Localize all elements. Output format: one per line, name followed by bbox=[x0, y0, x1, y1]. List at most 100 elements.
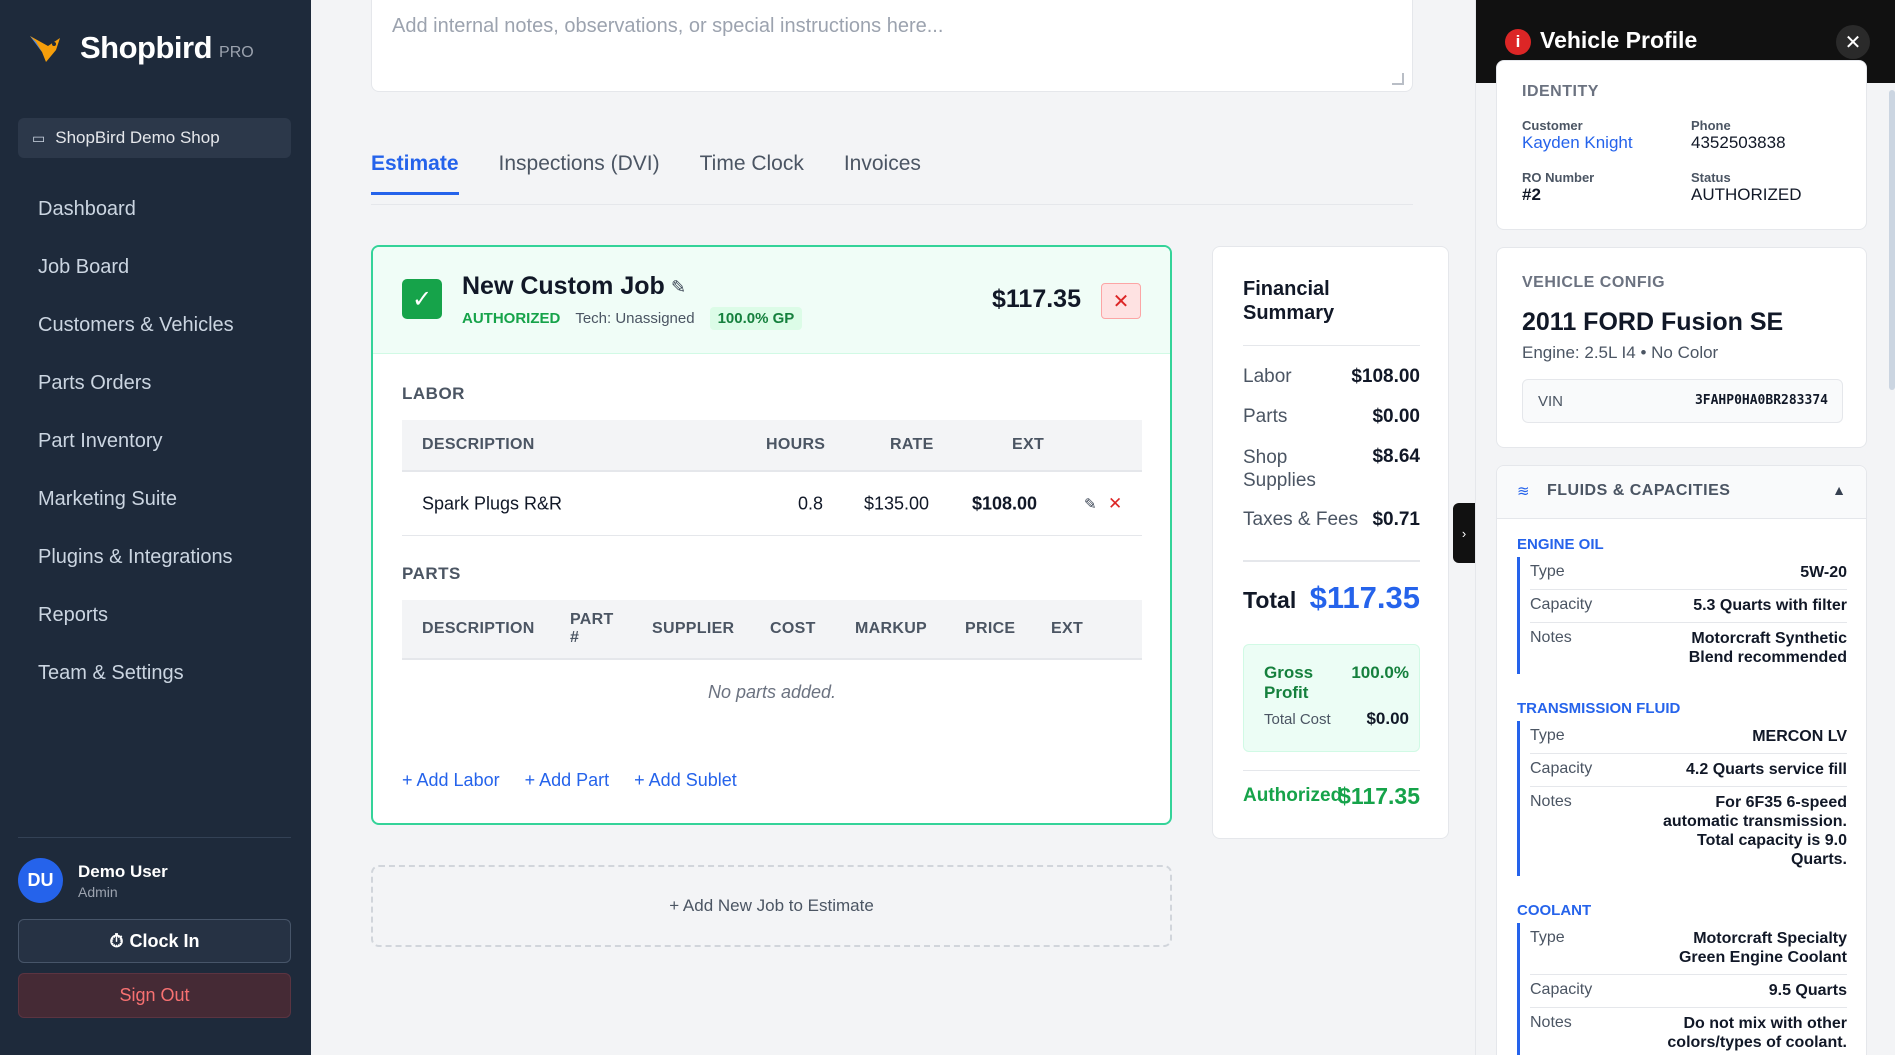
fluid-row: Notes For 6F35 6-speed automatic transmis… bbox=[1530, 787, 1847, 876]
sidebar-item-customers-vehicles[interactable]: Customers & Vehicles bbox=[0, 296, 311, 354]
customer-label: Customer bbox=[1522, 118, 1583, 133]
add-new-job-button[interactable]: + Add New Job to Estimate bbox=[371, 865, 1172, 947]
ro-label: RO Number bbox=[1522, 170, 1595, 185]
col-markup: MARKUP bbox=[855, 620, 928, 637]
brand[interactable]: Shopbird PRO bbox=[26, 28, 254, 68]
fluid-key: Capacity bbox=[1530, 760, 1593, 777]
fluid-value: For 6F35 6-speed automatic transmission.… bbox=[1662, 794, 1847, 868]
job-title: New Custom Job bbox=[462, 272, 665, 300]
sidebar-divider bbox=[18, 837, 291, 838]
sidebar-item-team-settings[interactable]: Team & Settings bbox=[0, 644, 311, 702]
panel-scrollbar[interactable] bbox=[1889, 90, 1895, 390]
vehicle-panel-title: Vehicle Profile bbox=[1540, 27, 1698, 53]
fin-value: $108.00 bbox=[1351, 366, 1420, 387]
fluid-key: Notes bbox=[1530, 793, 1572, 810]
edit-pencil-icon[interactable]: ✎ bbox=[1084, 495, 1097, 513]
fluids-header[interactable]: ≋ FLUIDS & CAPACITIES ▲ bbox=[1497, 466, 1866, 519]
divider bbox=[1243, 770, 1420, 771]
internal-notes-textarea[interactable]: Add internal notes, observations, or spe… bbox=[371, 0, 1413, 92]
sidebar-item-reports[interactable]: Reports bbox=[0, 586, 311, 644]
col-ext: EXT bbox=[1012, 436, 1045, 453]
fluid-value: 5.3 Quarts with filter bbox=[1693, 597, 1847, 614]
gross-profit-box: Gross Profit 100.0% Total Cost $0.00 bbox=[1243, 644, 1420, 752]
fin-label: Taxes & Fees bbox=[1243, 509, 1359, 530]
fluid-row: Type MERCON LV bbox=[1530, 721, 1847, 754]
tab-time-clock[interactable]: Time Clock bbox=[700, 150, 804, 195]
shop-selector[interactable]: ▭ ShopBird Demo Shop bbox=[18, 118, 291, 158]
tab-invoices[interactable]: Invoices bbox=[844, 150, 921, 195]
delete-job-button[interactable]: ✕ bbox=[1101, 283, 1141, 319]
close-panel-button[interactable]: ✕ bbox=[1836, 25, 1870, 59]
vin-box: VIN 3FAHP0HA0BR283374 bbox=[1522, 379, 1843, 423]
sidebar-item-marketing-suite[interactable]: Marketing Suite bbox=[0, 470, 311, 528]
fluid-transmission: TRANSMISSION FLUID Type MERCON LV Capacit… bbox=[1517, 700, 1847, 876]
close-icon: ✕ bbox=[1112, 290, 1130, 313]
job-price: $117.35 bbox=[992, 285, 1081, 313]
fin-row-parts: Parts $0.00 bbox=[1243, 406, 1420, 428]
clock-in-button[interactable]: ⏱ Clock In bbox=[18, 919, 291, 963]
sidebar-item-plugins[interactable]: Plugins & Integrations bbox=[0, 528, 311, 586]
add-part-link[interactable]: + Add Part bbox=[525, 770, 610, 791]
sidebar-nav: Dashboard Job Board Customers & Vehicles… bbox=[0, 180, 311, 702]
fluid-row: Notes Motorcraft Synthetic Blend recommen… bbox=[1530, 623, 1847, 674]
vehicle-config-title: VEHICLE CONFIG bbox=[1522, 274, 1666, 291]
fin-total-value: $117.35 bbox=[1309, 580, 1420, 615]
vin-label: VIN bbox=[1538, 393, 1564, 410]
col-hours: HOURS bbox=[766, 436, 826, 453]
chevron-right-icon[interactable]: › bbox=[1453, 503, 1475, 563]
fluid-row: Type Motorcraft Specialty Green Engine Co… bbox=[1530, 923, 1847, 975]
parts-table: DESCRIPTION PART # SUPPLIER COST MARKUP … bbox=[402, 600, 1142, 724]
total-cost-value: $0.00 bbox=[1366, 709, 1409, 728]
fluid-value: Do not mix with other colors/types of co… bbox=[1667, 1015, 1847, 1051]
fluid-value: 9.5 Quarts bbox=[1768, 982, 1847, 999]
brand-name: Shopbird bbox=[80, 30, 213, 65]
clock-in-label: Clock In bbox=[129, 930, 200, 951]
col-supplier: SUPPLIER bbox=[652, 620, 735, 637]
fluid-value: Motorcraft Specialty Green Engine Coolan… bbox=[1678, 930, 1847, 966]
financial-summary-title: Financial Summary bbox=[1243, 278, 1335, 324]
fin-label: Parts bbox=[1243, 406, 1288, 427]
tab-estimate[interactable]: Estimate bbox=[371, 150, 459, 195]
gross-profit-label: Gross Profit bbox=[1264, 663, 1314, 702]
fluid-value: 5W-20 bbox=[1800, 564, 1847, 581]
labor-table: DESCRIPTION HOURS RATE EXT Spark Plugs R… bbox=[402, 420, 1142, 536]
sidebar-item-job-board[interactable]: Job Board bbox=[0, 238, 311, 296]
sidebar-item-part-inventory[interactable]: Part Inventory bbox=[0, 412, 311, 470]
col-price: PRICE bbox=[965, 620, 1016, 637]
sidebar-item-parts-orders[interactable]: Parts Orders bbox=[0, 354, 311, 412]
labor-table-header: DESCRIPTION HOURS RATE EXT bbox=[402, 420, 1142, 472]
customer-link[interactable]: Kayden Knight bbox=[1522, 133, 1633, 153]
labor-hours: 0.8 bbox=[798, 493, 824, 513]
job-card: ✓ New Custom Job ✎ AUTHORIZED Tech: Unas… bbox=[371, 245, 1172, 825]
sidebar-item-dashboard[interactable]: Dashboard bbox=[0, 180, 311, 238]
delete-icon[interactable]: ✕ bbox=[1108, 494, 1122, 514]
sidebar: Shopbird PRO ▭ ShopBird Demo Shop Dashbo… bbox=[0, 0, 311, 1055]
fluid-value: MERCON LV bbox=[1752, 728, 1847, 745]
fluid-key: Type bbox=[1530, 929, 1565, 946]
add-labor-link[interactable]: + Add Labor bbox=[402, 770, 500, 791]
gp-badge: 100.0% GP bbox=[709, 307, 803, 330]
checkmark-icon[interactable]: ✓ bbox=[402, 279, 442, 319]
identity-card: IDENTITY Customer Kayden Knight Phone 43… bbox=[1496, 60, 1867, 230]
chevron-up-icon[interactable]: ▲ bbox=[1832, 482, 1846, 498]
tab-inspections[interactable]: Inspections (DVI) bbox=[499, 150, 660, 195]
sign-out-button[interactable]: Sign Out bbox=[18, 973, 291, 1018]
fluid-key: Type bbox=[1530, 727, 1565, 744]
job-tech: Tech: Unassigned bbox=[575, 310, 695, 327]
fin-row-shop-supplies: Shop Supplies $8.64 bbox=[1243, 446, 1420, 492]
bird-logo-icon bbox=[30, 36, 60, 62]
close-icon: ✕ bbox=[1844, 31, 1862, 54]
add-sublet-link[interactable]: + Add Sublet bbox=[634, 770, 737, 791]
status-value: AUTHORIZED bbox=[1691, 185, 1802, 204]
user-profile[interactable]: DU Demo User Admin bbox=[18, 858, 168, 903]
fin-label: Shop Supplies bbox=[1243, 447, 1316, 491]
fin-value: $0.71 bbox=[1372, 509, 1420, 530]
gross-profit-value: 100.0% bbox=[1351, 663, 1409, 682]
user-name: Demo User bbox=[78, 861, 168, 881]
identity-title: IDENTITY bbox=[1522, 83, 1599, 100]
total-cost-label: Total Cost bbox=[1264, 711, 1331, 728]
fin-value: $0.00 bbox=[1372, 406, 1420, 427]
edit-pencil-icon[interactable]: ✎ bbox=[671, 277, 686, 298]
tab-bar: Estimate Inspections (DVI) Time Clock In… bbox=[371, 150, 1413, 205]
resize-grip-icon[interactable] bbox=[1392, 73, 1404, 85]
